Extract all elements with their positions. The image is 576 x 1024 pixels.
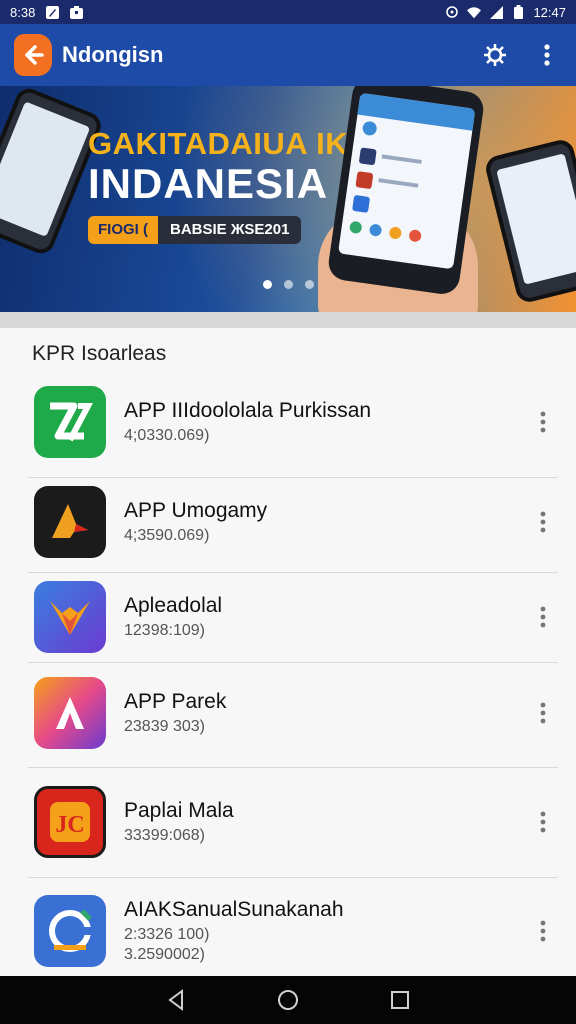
app-list-panel: KPR Isoarleas APP IIIdoololala Purkissan… [0, 328, 576, 976]
app-meta: 4;3590.069) [124, 527, 210, 544]
battery-icon [511, 5, 525, 19]
promo-banner[interactable]: GAKITADAIUA IKK INDANESIA FIOGI ( BABSIE… [0, 86, 576, 312]
nav-home-icon[interactable] [273, 985, 303, 1015]
app-meta: 12398:109) [124, 622, 205, 639]
list-item[interactable]: JC Paplai Mala 33399:068) [28, 786, 558, 858]
banner-headline: GAKITADAIUA IKK [88, 126, 372, 161]
app-name: APP IIIdoololala Purkissan [124, 399, 372, 422]
pager-dot[interactable] [283, 280, 293, 289]
banner-promo: FIOGI ( BABSIE ЖSE201 [88, 216, 302, 244]
banner-promo-text: BABSIE ЖSE201 [158, 216, 302, 244]
edit-icon [45, 5, 59, 19]
section-title: KPR Isoarleas [32, 342, 167, 365]
more-vert-icon[interactable] [528, 802, 558, 842]
app-icon [34, 581, 106, 653]
status-clock: 12:47 [533, 4, 566, 20]
list-item[interactable]: AIAKSanualSunakanah 2:3326 100) 3.259000… [28, 895, 558, 967]
app-meta: 4;0330.069) [124, 427, 210, 444]
back-arrow-icon[interactable] [14, 34, 52, 76]
banner-pager [0, 280, 576, 289]
app-meta: 33399:068) [124, 827, 205, 844]
app-name: APP Umogamy [124, 499, 268, 522]
more-vert-icon[interactable] [532, 40, 562, 70]
pager-dot[interactable] [262, 280, 272, 289]
list-divider [28, 572, 558, 573]
app-icon [34, 895, 106, 967]
list-item[interactable]: Apleadolal 12398:109) [28, 581, 558, 653]
list-item[interactable]: APP Parek 23839 303) [28, 677, 558, 749]
signal-icon [489, 5, 503, 19]
wifi-icon [467, 5, 482, 19]
more-vert-icon[interactable] [528, 597, 558, 637]
more-vert-icon[interactable] [528, 502, 558, 542]
system-nav-bar [0, 976, 576, 1024]
banner-promo-code: FIOGI ( [88, 216, 158, 244]
banner-subhead: INDANESIA [88, 160, 329, 207]
section-divider [0, 312, 576, 328]
nav-back-icon[interactable] [161, 985, 191, 1015]
app-meta: 2:3326 100) [124, 926, 210, 943]
more-vert-icon[interactable] [528, 402, 558, 442]
briefcase-icon [69, 5, 83, 19]
svg-text:JC: JC [55, 812, 84, 838]
pager-dot[interactable] [304, 280, 314, 289]
more-vert-icon[interactable] [528, 911, 558, 951]
app-icon [34, 386, 106, 458]
app-icon [34, 486, 106, 558]
app-name: APP Parek [124, 690, 227, 713]
list-item[interactable]: APP IIIdoololala Purkissan 4;0330.069) [28, 386, 558, 458]
list-divider [28, 662, 558, 663]
list-divider [28, 877, 558, 878]
app-meta-secondary: 3.2590002) [124, 946, 205, 963]
app-name: Paplai Mala [124, 799, 234, 822]
app-bar: Ndongisn [0, 24, 576, 86]
app-name: AIAKSanualSunakanah [124, 898, 344, 921]
settings-gear-icon[interactable] [480, 40, 510, 70]
status-time: 8:38 [10, 4, 36, 20]
app-name: Apleadolal [124, 594, 223, 617]
more-vert-icon[interactable] [528, 693, 558, 733]
list-divider [28, 477, 558, 478]
list-item[interactable]: APP Umogamy 4;3590.069) [28, 486, 558, 558]
app-title: Ndongisn [62, 42, 164, 67]
app-icon [34, 677, 106, 749]
list-divider [28, 767, 558, 768]
status-bar: 8:38 12:47 [0, 0, 576, 24]
vibrate-icon [445, 5, 459, 19]
nav-recents-icon[interactable] [385, 985, 415, 1015]
app-icon: JC [34, 786, 106, 858]
app-meta: 23839 303) [124, 718, 205, 735]
